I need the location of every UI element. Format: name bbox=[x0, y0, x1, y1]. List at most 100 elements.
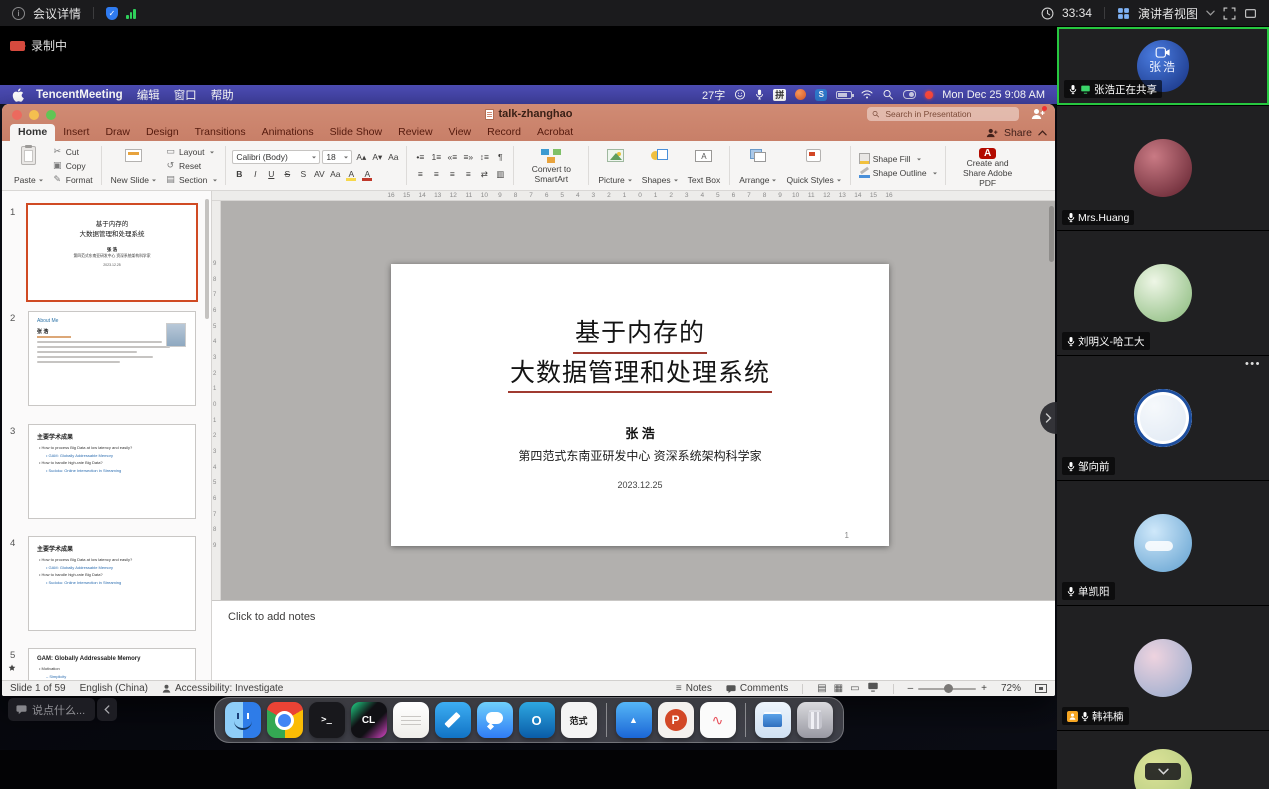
slide-thumbnail-4[interactable]: 主要学术成果• How to process Big Data at low l… bbox=[28, 536, 196, 631]
zoom-in-button[interactable]: + bbox=[981, 683, 987, 694]
dock-blue-app-icon[interactable]: ▲ bbox=[616, 702, 652, 738]
tab-design[interactable]: Design bbox=[138, 124, 187, 141]
dock-powerpoint-icon[interactable]: P bbox=[658, 702, 694, 738]
menu-帮助[interactable]: 帮助 bbox=[211, 90, 234, 102]
spotlight-icon[interactable] bbox=[882, 89, 894, 100]
window-mode-icon[interactable] bbox=[1244, 7, 1257, 20]
align-left-button[interactable]: ≡ bbox=[413, 168, 427, 181]
meeting-status-icon[interactable] bbox=[795, 89, 806, 100]
font-color-button[interactable]: A bbox=[360, 168, 374, 181]
slide-thumbnail-1[interactable]: 基于内存的大数据管理和处理系统张 浩第四范式东南亚研发中心 资深系统架构科学家2… bbox=[28, 205, 196, 300]
dock-fourparadigm-icon[interactable]: 范式 bbox=[561, 702, 597, 738]
dock-vscode-icon[interactable] bbox=[435, 702, 471, 738]
dock-clion-icon[interactable]: CL bbox=[351, 702, 387, 738]
convert-smartart-button[interactable]: Convert to SmartArt bbox=[520, 144, 582, 187]
adobe-pdf-button[interactable]: A Create and Share Adobe PDF bbox=[952, 144, 1024, 187]
shield-check-icon[interactable] bbox=[106, 7, 118, 20]
text-box-button[interactable]: A Text Box bbox=[685, 144, 724, 187]
tab-animations[interactable]: Animations bbox=[254, 124, 322, 141]
slide-title[interactable]: 基于内存的 大数据管理和处理系统 bbox=[391, 314, 889, 393]
fit-slide-button[interactable] bbox=[1035, 684, 1047, 693]
participant-tile-单凯阳[interactable]: 单凯阳 bbox=[1057, 481, 1269, 605]
tab-acrobat[interactable]: Acrobat bbox=[529, 124, 581, 141]
clear-formatting-button[interactable]: Aa bbox=[386, 151, 400, 164]
slide-thumbnail-2[interactable]: About Me张 浩 bbox=[28, 311, 196, 406]
new-slide-button[interactable]: New Slide bbox=[108, 144, 159, 187]
menu-编辑[interactable]: 编辑 bbox=[137, 90, 160, 102]
apple-menu[interactable] bbox=[12, 88, 24, 102]
change-case-button[interactable]: Aa bbox=[328, 168, 342, 181]
layout-button[interactable]: ▭Layout bbox=[163, 145, 219, 158]
fullscreen-icon[interactable] bbox=[1223, 7, 1236, 20]
slide-sorter-button[interactable]: ▦ bbox=[834, 682, 843, 696]
presentation-search[interactable] bbox=[867, 107, 1019, 121]
dock-outlook-icon[interactable]: O bbox=[519, 702, 555, 738]
text-shadow-button[interactable]: S bbox=[296, 168, 310, 181]
underline-button[interactable]: U bbox=[264, 168, 278, 181]
language-status[interactable]: English (China) bbox=[80, 683, 148, 694]
arrange-button[interactable]: Arrange bbox=[736, 144, 779, 187]
zoom-level[interactable]: 72% bbox=[1001, 683, 1021, 694]
view-mode-button[interactable]: 演讲者视图 bbox=[1138, 5, 1198, 22]
ime-badge[interactable]: 拼 bbox=[773, 89, 786, 101]
tab-review[interactable]: Review bbox=[390, 124, 440, 141]
participant-tile-邹向前[interactable]: •••邹向前 bbox=[1057, 356, 1269, 480]
tab-draw[interactable]: Draw bbox=[97, 124, 138, 141]
slide-date[interactable]: 2023.12.25 bbox=[391, 480, 889, 490]
participant-tile-张浩[interactable]: 张浩张浩正在共享 bbox=[1057, 27, 1269, 105]
format-painter-button[interactable]: ✎Format bbox=[50, 173, 95, 186]
slide-canvas[interactable]: 基于内存的 大数据管理和处理系统 张 浩 第四范式东南亚研发中心 资深系统架构科… bbox=[391, 264, 889, 546]
coauthor-icon[interactable] bbox=[1031, 108, 1045, 120]
align-right-button[interactable]: ≡ bbox=[445, 168, 459, 181]
participant-more-button[interactable]: ••• bbox=[1245, 358, 1261, 370]
emoji-icon[interactable] bbox=[734, 89, 746, 100]
cut-button[interactable]: ✂Cut bbox=[50, 145, 95, 158]
section-button[interactable]: ▤Section bbox=[163, 173, 219, 186]
dock-notes-icon[interactable] bbox=[393, 702, 429, 738]
reset-button[interactable]: ↺Reset bbox=[163, 159, 219, 172]
chevron-down-icon[interactable] bbox=[1206, 10, 1215, 16]
scroll-participants-button[interactable] bbox=[1145, 763, 1181, 780]
zoom-knob[interactable] bbox=[944, 684, 953, 693]
participant-tile-韩祎楠[interactable]: 韩祎楠 bbox=[1057, 606, 1269, 730]
participant-tile[interactable] bbox=[1057, 731, 1269, 789]
bold-button[interactable]: B bbox=[232, 168, 246, 181]
comments-toggle[interactable]: Comments bbox=[726, 683, 788, 694]
dock-system-icon[interactable] bbox=[755, 702, 791, 738]
tab-transitions[interactable]: Transitions bbox=[187, 124, 254, 141]
zoom-slider[interactable] bbox=[918, 688, 976, 690]
reading-view-button[interactable]: ▭ bbox=[850, 682, 859, 696]
slide-author[interactable]: 张 浩 bbox=[391, 423, 889, 442]
dock-trash-icon[interactable] bbox=[797, 702, 833, 738]
tab-slide-show[interactable]: Slide Show bbox=[322, 124, 391, 141]
dock-waveform-icon[interactable]: ∿ bbox=[700, 702, 736, 738]
slideshow-button[interactable] bbox=[867, 682, 879, 692]
notes-toggle[interactable]: ≡Notes bbox=[676, 683, 712, 694]
shape-fill-button[interactable]: Shape Fill bbox=[857, 152, 939, 165]
tab-record[interactable]: Record bbox=[479, 124, 529, 141]
increase-indent-button[interactable]: ≡» bbox=[461, 151, 475, 164]
shape-outline-button[interactable]: Shape Outline bbox=[857, 166, 939, 179]
dock-chrome-icon[interactable] bbox=[267, 702, 303, 738]
justify-button[interactable]: ≡ bbox=[461, 168, 475, 181]
decrease-indent-button[interactable]: «≡ bbox=[445, 151, 459, 164]
tab-insert[interactable]: Insert bbox=[55, 124, 97, 141]
tab-view[interactable]: View bbox=[441, 124, 480, 141]
highlight-color-button[interactable]: A bbox=[344, 168, 358, 181]
italic-button[interactable]: I bbox=[248, 168, 262, 181]
strikethrough-button[interactable]: S bbox=[280, 168, 294, 181]
dock-terminal-icon[interactable]: >_ bbox=[309, 702, 345, 738]
text-direction-button[interactable]: ⇄ bbox=[477, 168, 491, 181]
menu-窗口[interactable]: 窗口 bbox=[174, 90, 197, 102]
slide-affiliation[interactable]: 第四范式东南亚研发中心 资深系统架构科学家 bbox=[391, 447, 889, 464]
font-name-select[interactable]: Calibri (Body) bbox=[232, 150, 320, 164]
chat-input[interactable]: 说点什么... bbox=[8, 698, 95, 721]
collapse-ribbon-icon[interactable] bbox=[1038, 130, 1047, 136]
bullets-button[interactable]: •≡ bbox=[413, 151, 427, 164]
slide-scrollbar[interactable] bbox=[1049, 204, 1054, 597]
normal-view-button[interactable]: ▤ bbox=[817, 682, 826, 696]
control-center-icon[interactable] bbox=[903, 90, 916, 99]
tab-home[interactable]: Home bbox=[10, 124, 55, 141]
screen-app-icon[interactable]: S bbox=[815, 89, 827, 101]
slide-thumbnail-3[interactable]: 主要学术成果• How to process Big Data at low l… bbox=[28, 424, 196, 519]
